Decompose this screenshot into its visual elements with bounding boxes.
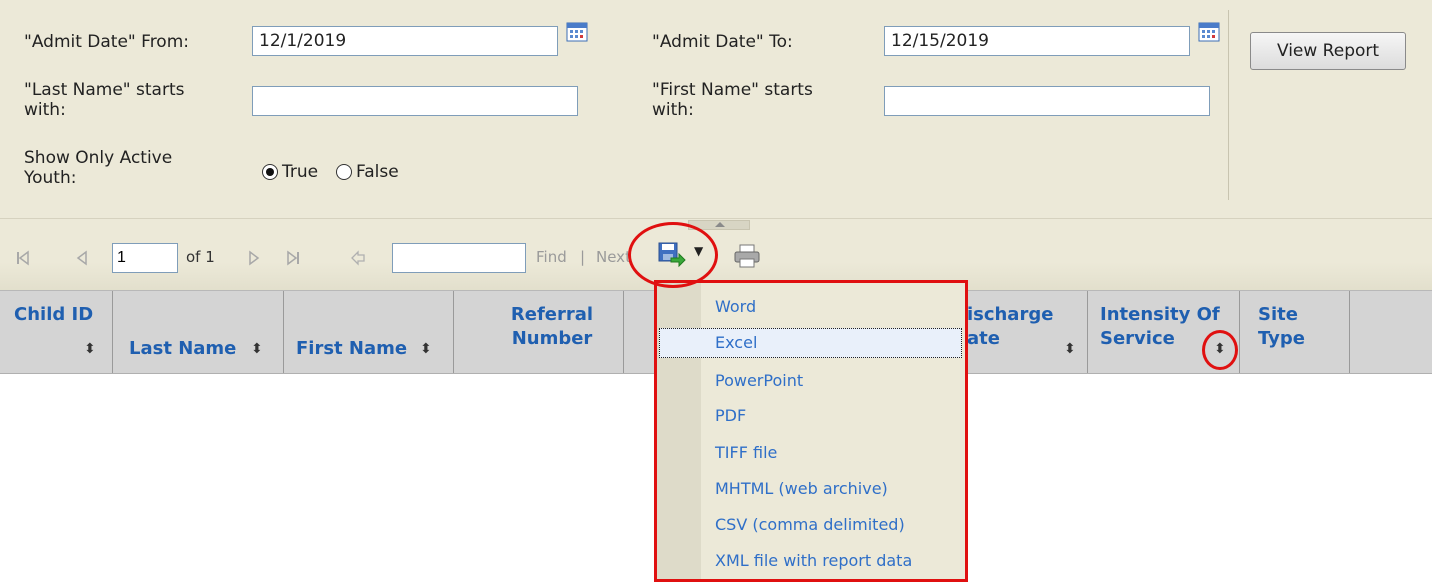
menu-item-excel[interactable]: Excel (715, 329, 757, 357)
calendar-icon[interactable] (1198, 22, 1220, 42)
column-header-referral-number[interactable]: Referral Number (454, 291, 624, 373)
menu-item-highlight (659, 328, 962, 358)
annotation-circle-export (628, 222, 718, 288)
sort-icon[interactable]: ⬍ (251, 337, 263, 361)
page-count: of 1 (186, 248, 215, 266)
last-name-label: "Last Name" starts with: (24, 80, 185, 120)
export-menu: Word Excel PowerPoint PDF TIFF file MHTM… (654, 280, 968, 582)
active-youth-label: Show Only Active Youth: (24, 148, 173, 188)
next-link[interactable]: Next (596, 248, 631, 266)
last-page-icon[interactable] (286, 250, 300, 266)
page-number-input[interactable] (112, 243, 178, 273)
column-header-last-name[interactable]: Last Name ⬍ (113, 291, 284, 373)
view-report-button[interactable]: View Report (1250, 32, 1406, 70)
divider (1228, 10, 1229, 200)
radio-false[interactable] (336, 164, 352, 180)
first-name-label: "First Name" starts with: (652, 80, 813, 120)
menu-item-powerpoint[interactable]: PowerPoint (715, 367, 803, 395)
admit-to-label: "Admit Date" To: (652, 32, 793, 52)
last-name-input[interactable] (252, 86, 578, 116)
admit-to-input[interactable] (884, 26, 1190, 56)
sort-icon[interactable]: ⬍ (420, 337, 432, 361)
back-icon[interactable] (350, 250, 366, 266)
menu-item-csv[interactable]: CSV (comma delimited) (715, 511, 905, 539)
column-header-first-name[interactable]: First Name ⬍ (284, 291, 454, 373)
print-icon[interactable] (734, 244, 760, 268)
menu-item-xml[interactable]: XML file with report data (715, 547, 912, 575)
radio-false-label: False (356, 162, 399, 182)
find-input[interactable] (392, 243, 526, 273)
menu-item-pdf[interactable]: PDF (715, 402, 746, 430)
next-page-icon[interactable] (248, 250, 260, 266)
admit-from-input[interactable] (252, 26, 558, 56)
admit-from-label: "Admit Date" From: (24, 32, 189, 52)
calendar-icon[interactable] (566, 22, 588, 42)
menu-item-mhtml[interactable]: MHTML (web archive) (715, 475, 888, 503)
menu-item-word[interactable]: Word (715, 293, 756, 321)
first-name-input[interactable] (884, 86, 1210, 116)
parameter-panel: "Admit Date" From: "Admit Date" To: "Las… (0, 0, 1432, 218)
find-link[interactable]: Find (536, 248, 567, 266)
sort-icon[interactable]: ⬍ (1064, 337, 1076, 361)
sort-icon[interactable]: ⬍ (84, 337, 96, 361)
annotation-circle-sort (1202, 330, 1238, 370)
toolbar-separator: | (580, 248, 586, 266)
column-header-child-id[interactable]: Child ID ⬍ (0, 291, 113, 373)
first-page-icon[interactable] (16, 250, 30, 266)
column-header-site-type[interactable]: Site Type (1240, 291, 1350, 373)
menu-item-tiff[interactable]: TIFF file (715, 439, 777, 467)
previous-page-icon[interactable] (76, 250, 88, 266)
radio-true-label: True (282, 162, 319, 182)
radio-true[interactable] (262, 164, 278, 180)
